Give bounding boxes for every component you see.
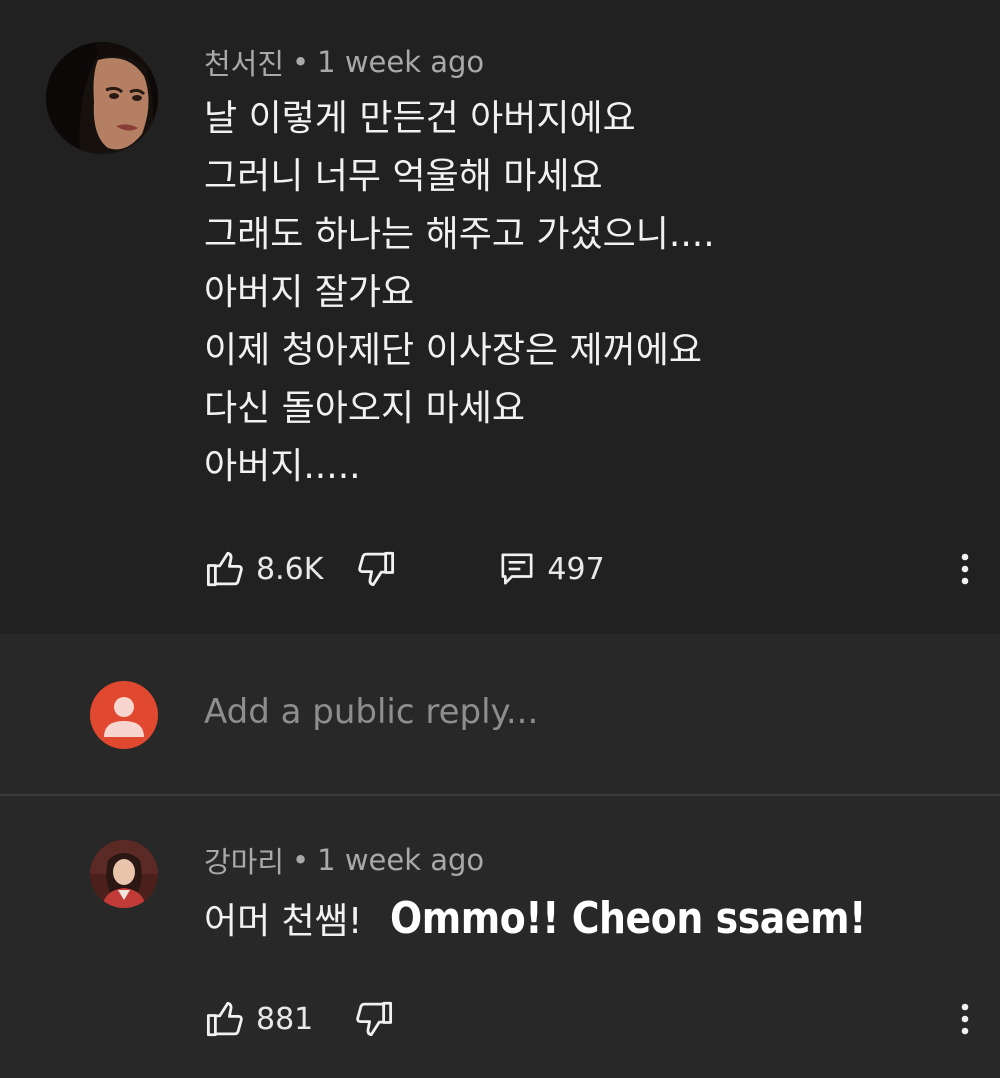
like-button[interactable]: 881 [204,998,313,1040]
reply-comment: 강마리 • 1 week ago 어머 천쌤! Ommo!! Cheon ssa… [0,796,1000,1078]
comment-icon [497,549,537,589]
comment-text: 날 이렇게 만든건 아버지에요 그러니 너무 억울해 마세요 그래도 하나는 해… [204,90,964,496]
comment-line: 그러니 너무 억울해 마세요 [204,156,603,197]
replies-button[interactable]: 497 [497,549,605,589]
reply-input[interactable]: Add a public reply... [204,692,538,732]
comment-timestamp[interactable]: 1 week ago [317,45,484,79]
comment-line: 어머 천쌤! [204,901,363,942]
screen: 천서진 • 1 week ago 날 이렇게 만든건 아버지에요 그러니 너무 … [0,0,1000,1078]
more-options-button[interactable] [950,544,980,594]
avatar-portrait [90,840,158,908]
comment-line: 아버지..... [204,446,361,487]
header-separator: • [292,45,310,79]
dislike-button[interactable] [353,998,395,1040]
comment-author[interactable]: 강마리 [204,839,284,881]
like-count: 881 [256,1001,314,1037]
comment-text: 어머 천쌤! Ommo!! Cheon ssaem! [204,892,944,944]
reply-composer[interactable]: Add a public reply... [0,634,1000,796]
thumbs-down-icon [355,548,397,590]
comment-timestamp[interactable]: 1 week ago [317,843,484,877]
comment-actions: 8.6K 497 [204,544,605,594]
like-count: 8.6K [256,551,324,587]
thumbs-up-icon [204,548,246,590]
comment-author[interactable]: 천서진 [204,41,284,83]
like-button[interactable]: 8.6K [204,548,323,590]
avatar[interactable] [90,840,158,908]
thumbs-down-icon [353,998,395,1040]
comment-actions: 881 [204,994,395,1044]
comment-line: 그래도 하나는 해주고 가셨으니.... [204,214,715,255]
comment-line: 이제 청아제단 이사장은 제꺼에요 [204,330,703,371]
comment-thread: 천서진 • 1 week ago 날 이렇게 만든건 아버지에요 그러니 너무 … [0,0,1000,634]
more-vert-icon [960,551,970,587]
comment-line: 아버지 잘가요 [204,272,415,313]
subtitle-caption: Ommo!! Cheon ssaem! [390,892,867,944]
dislike-button[interactable] [355,548,397,590]
avatar[interactable] [46,42,158,154]
person-icon [90,681,158,749]
comment-line: 날 이렇게 만든건 아버지에요 [204,98,636,139]
comment-line: 다신 돌아오지 마세요 [204,388,525,429]
thumbs-up-icon [204,998,246,1040]
comment-header: 천서진 • 1 week ago [204,40,484,84]
more-vert-icon [960,1001,970,1037]
header-separator: • [292,843,310,877]
reply-count: 497 [547,551,605,587]
user-avatar [90,681,158,749]
comment-header: 강마리 • 1 week ago [204,838,484,882]
more-options-button[interactable] [950,994,980,1044]
avatar-portrait [46,42,158,154]
